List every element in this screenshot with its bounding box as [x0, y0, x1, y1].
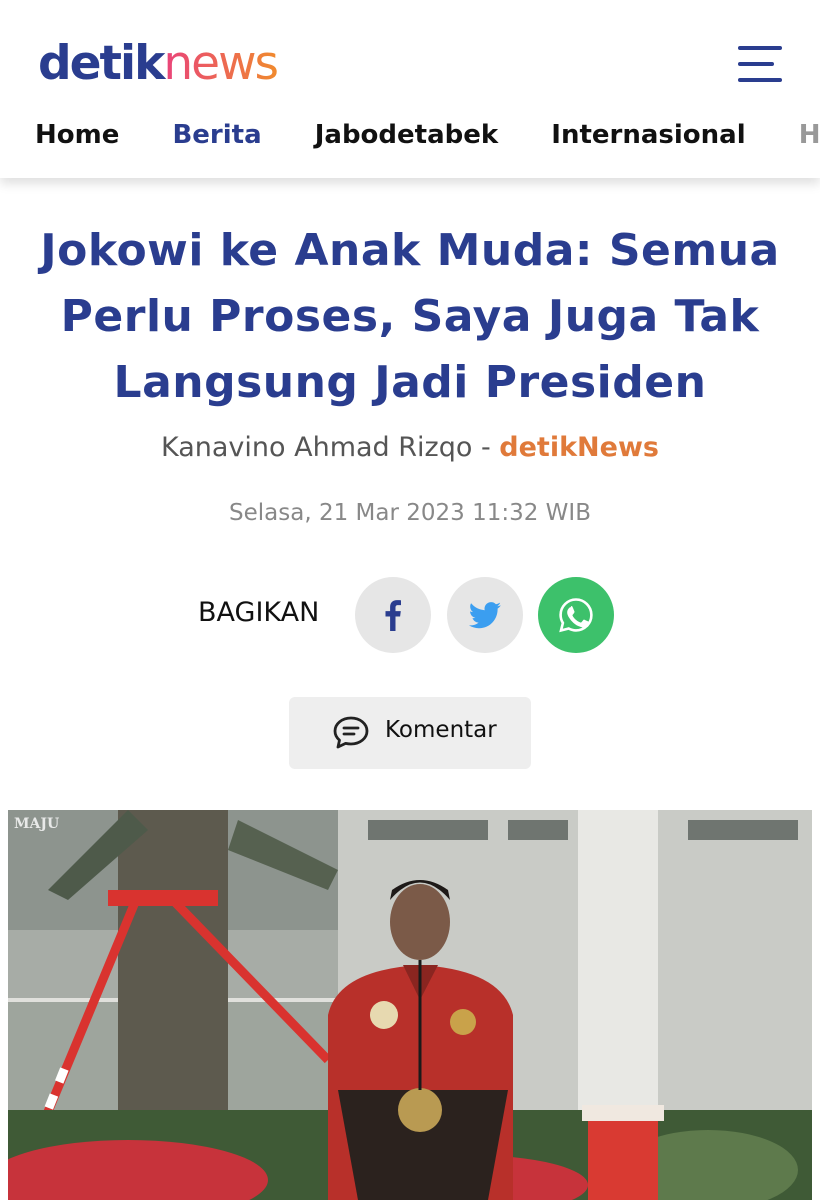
article-byline: Kanavino Ahmad Rizqo - detikNews — [0, 432, 820, 463]
main-nav: Home Berita Jabodetabek Internasional Hu — [35, 116, 820, 156]
nav-item-home[interactable]: Home — [35, 116, 119, 154]
source-name[interactable]: detikNews — [499, 432, 659, 463]
hamburger-menu-icon[interactable] — [738, 44, 782, 84]
detiknews-logo[interactable]: detiknews — [38, 36, 279, 92]
nav-item-hu[interactable]: Hu — [799, 116, 820, 154]
site-header: detiknews Home Berita Jabodetabek Intern… — [0, 0, 820, 178]
share-label: BAGIKAN — [198, 597, 320, 628]
nav-item-internasional[interactable]: Internasional — [551, 116, 745, 154]
photo-watermark: MAJU — [14, 816, 60, 832]
publish-date: Selasa, 21 Mar 2023 11:32 WIB — [229, 500, 591, 526]
share-facebook-button[interactable] — [355, 577, 431, 653]
logo-news: news — [163, 36, 279, 91]
share-twitter-button[interactable] — [447, 577, 523, 653]
share-whatsapp-button[interactable] — [538, 577, 614, 653]
nav-item-jabodetabek[interactable]: Jabodetabek — [315, 116, 498, 154]
whatsapp-icon — [559, 598, 593, 633]
article-photo[interactable]: MAJU — [8, 810, 812, 1200]
comment-icon — [333, 716, 369, 749]
article-title: Jokowi ke Anak Muda: Semua Perlu Proses,… — [40, 225, 780, 408]
photo-illustration — [8, 810, 812, 1200]
facebook-icon — [385, 600, 401, 631]
comment-button-label: Komentar — [385, 717, 497, 743]
comment-button[interactable]: Komentar — [289, 697, 531, 769]
twitter-icon — [468, 602, 501, 629]
byline-separator: - — [472, 432, 500, 463]
author-name[interactable]: Kanavino Ahmad Rizqo — [161, 432, 472, 463]
logo-detik: detik — [38, 36, 165, 91]
nav-item-berita[interactable]: Berita — [172, 116, 261, 154]
